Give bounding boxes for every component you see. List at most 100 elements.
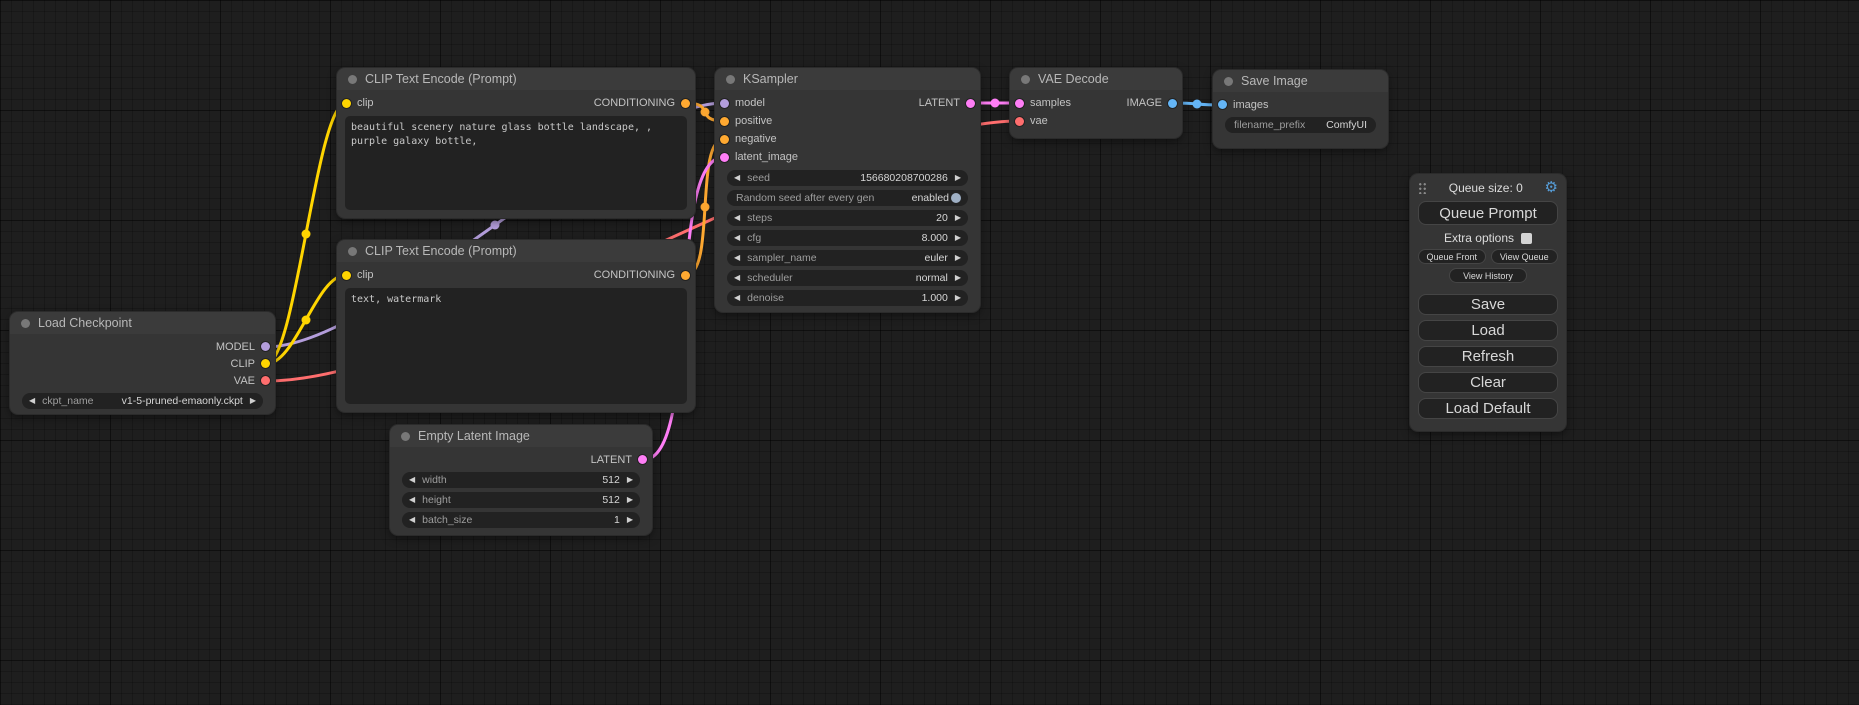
refresh-button[interactable]: Refresh	[1418, 346, 1558, 367]
widget-name: batch_size	[422, 514, 472, 526]
node-title-bar[interactable]: KSampler	[715, 68, 980, 90]
save-button[interactable]: Save	[1418, 294, 1558, 315]
widget-denoise[interactable]: ◀ denoise 1.000 ▶	[727, 290, 968, 306]
increment-arrow-icon[interactable]: ▶	[627, 516, 633, 524]
increment-arrow-icon[interactable]: ▶	[955, 294, 961, 302]
node-clip-text-encode-positive[interactable]: CLIP Text Encode (Prompt) clip CONDITION…	[337, 68, 695, 218]
increment-arrow-icon[interactable]: ▶	[955, 254, 961, 262]
view-history-button[interactable]: View History	[1449, 268, 1527, 283]
input-port-samples[interactable]	[1015, 99, 1024, 108]
collapse-dot[interactable]	[21, 319, 30, 328]
queue-front-button[interactable]: Queue Front	[1418, 249, 1486, 264]
widget-name: steps	[747, 212, 772, 224]
output-row: CLIP	[10, 355, 275, 372]
node-load-checkpoint[interactable]: Load Checkpoint MODEL CLIP VAE	[10, 312, 275, 414]
collapse-dot[interactable]	[401, 432, 410, 441]
widget-sampler-name[interactable]: ◀ sampler_name euler ▶	[727, 250, 968, 266]
widget-batch-size[interactable]: ◀ batch_size 1 ▶	[402, 512, 640, 528]
decrement-arrow-icon[interactable]: ◀	[734, 254, 740, 262]
widget-cfg[interactable]: ◀ cfg 8.000 ▶	[727, 230, 968, 246]
increment-arrow-icon[interactable]: ▶	[627, 496, 633, 504]
drag-handle-icon[interactable]	[1418, 181, 1427, 194]
node-ksampler[interactable]: KSampler model LATENT positive	[715, 68, 980, 312]
input-port-images[interactable]	[1218, 100, 1227, 109]
clear-button[interactable]: Clear	[1418, 372, 1558, 393]
decrement-arrow-icon[interactable]: ◀	[734, 174, 740, 182]
collapse-dot[interactable]	[1224, 77, 1233, 86]
node-title-bar[interactable]: Empty Latent Image	[390, 425, 652, 447]
decrement-arrow-icon[interactable]: ◀	[734, 234, 740, 242]
view-queue-button[interactable]: View Queue	[1491, 249, 1559, 264]
port-label: model	[735, 97, 765, 109]
output-port-image[interactable]	[1168, 99, 1177, 108]
node-title: CLIP Text Encode (Prompt)	[365, 72, 517, 86]
widget-height[interactable]: ◀ height 512 ▶	[402, 492, 640, 508]
widget-random-seed-toggle[interactable]: Random seed after every gen enabled	[727, 190, 968, 206]
increment-arrow-icon[interactable]: ▶	[955, 274, 961, 282]
output-port-vae[interactable]	[261, 376, 270, 385]
widget-filename-prefix[interactable]: filename_prefix ComfyUI	[1225, 117, 1376, 133]
node-title-bar[interactable]: Load Checkpoint	[10, 312, 275, 334]
increment-arrow-icon[interactable]: ▶	[955, 214, 961, 222]
decrement-arrow-icon[interactable]: ◀	[734, 214, 740, 222]
widget-steps[interactable]: ◀ steps 20 ▶	[727, 210, 968, 226]
widget-value: 1.000	[922, 292, 948, 304]
input-port-model[interactable]	[720, 99, 729, 108]
io-row: images	[1213, 96, 1388, 113]
decrement-arrow-icon[interactable]: ◀	[409, 476, 415, 484]
input-port-clip[interactable]	[342, 99, 351, 108]
toggle-indicator-icon[interactable]	[951, 193, 961, 203]
decrement-arrow-icon[interactable]: ◀	[409, 516, 415, 524]
wire-midpoint-dot	[701, 203, 710, 212]
input-port-positive[interactable]	[720, 117, 729, 126]
node-title-bar[interactable]: VAE Decode	[1010, 68, 1182, 90]
load-button[interactable]: Load	[1418, 320, 1558, 341]
increment-arrow-icon[interactable]: ▶	[955, 234, 961, 242]
wire-midpoint-dot	[302, 316, 311, 325]
output-port-conditioning[interactable]	[681, 271, 690, 280]
collapse-dot[interactable]	[348, 247, 357, 256]
widget-seed[interactable]: ◀ seed 156680208700286 ▶	[727, 170, 968, 186]
output-port-clip[interactable]	[261, 359, 270, 368]
collapse-dot[interactable]	[348, 75, 357, 84]
node-vae-decode[interactable]: VAE Decode samples IMAGE vae	[1010, 68, 1182, 138]
wire-midpoint-dot	[991, 99, 1000, 108]
graph-canvas[interactable]: Load Checkpoint MODEL CLIP VAE	[0, 0, 1859, 705]
output-port-conditioning[interactable]	[681, 99, 690, 108]
node-save-image[interactable]: Save Image images filename_prefix ComfyU…	[1213, 70, 1388, 148]
collapse-dot[interactable]	[1021, 75, 1030, 84]
decrement-arrow-icon[interactable]: ◀	[29, 397, 35, 405]
node-title-bar[interactable]: CLIP Text Encode (Prompt)	[337, 240, 695, 262]
positive-prompt-textarea[interactable]: beautiful scenery nature glass bottle la…	[345, 116, 687, 210]
decrement-arrow-icon[interactable]: ◀	[734, 274, 740, 282]
settings-gear-icon[interactable]: ⚙	[1545, 180, 1558, 195]
port-label: VAE	[234, 375, 255, 387]
node-empty-latent-image[interactable]: Empty Latent Image LATENT ◀ width 512 ▶ …	[390, 425, 652, 535]
node-title-bar[interactable]: Save Image	[1213, 70, 1388, 92]
output-port-latent[interactable]	[966, 99, 975, 108]
widget-name: sampler_name	[747, 252, 816, 264]
input-port-latent-image[interactable]	[720, 153, 729, 162]
extra-options-checkbox[interactable]	[1521, 233, 1532, 244]
load-default-button[interactable]: Load Default	[1418, 398, 1558, 419]
collapse-dot[interactable]	[726, 75, 735, 84]
output-port-model[interactable]	[261, 342, 270, 351]
queue-prompt-button[interactable]: Queue Prompt	[1418, 201, 1558, 225]
decrement-arrow-icon[interactable]: ◀	[734, 294, 740, 302]
input-port-negative[interactable]	[720, 135, 729, 144]
widget-ckpt-name[interactable]: ◀ ckpt_name v1-5-pruned-emaonly.ckpt ▶	[22, 393, 263, 409]
input-port-vae[interactable]	[1015, 117, 1024, 126]
widget-width[interactable]: ◀ width 512 ▶	[402, 472, 640, 488]
increment-arrow-icon[interactable]: ▶	[955, 174, 961, 182]
input-port-clip[interactable]	[342, 271, 351, 280]
negative-prompt-textarea[interactable]: text, watermark	[345, 288, 687, 404]
increment-arrow-icon[interactable]: ▶	[627, 476, 633, 484]
increment-arrow-icon[interactable]: ▶	[250, 397, 256, 405]
output-port-latent[interactable]	[638, 455, 647, 464]
widget-scheduler[interactable]: ◀ scheduler normal ▶	[727, 270, 968, 286]
node-clip-text-encode-negative[interactable]: CLIP Text Encode (Prompt) clip CONDITION…	[337, 240, 695, 412]
io-row: vae	[1010, 112, 1182, 130]
node-title-bar[interactable]: CLIP Text Encode (Prompt)	[337, 68, 695, 90]
decrement-arrow-icon[interactable]: ◀	[409, 496, 415, 504]
node-title: KSampler	[743, 72, 798, 86]
